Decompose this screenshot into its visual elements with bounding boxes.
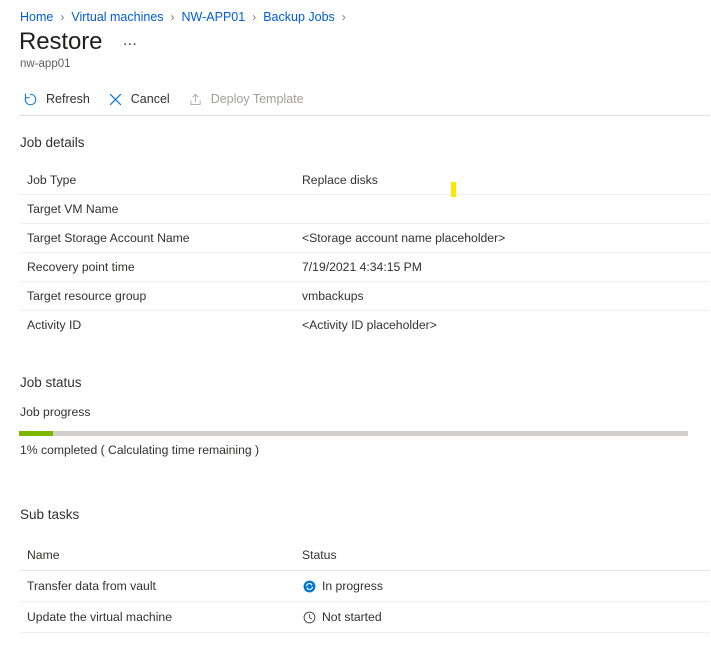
column-header-name: Name [27, 548, 60, 562]
table-row: Target resource group vmbackups [20, 282, 710, 311]
table-row: Job Type Replace disks [20, 166, 710, 195]
sub-task-name: Transfer data from vault [27, 579, 156, 593]
breadcrumb-item-backup-jobs[interactable]: Backup Jobs [263, 10, 335, 24]
breadcrumb-item-home[interactable]: Home [20, 10, 53, 24]
detail-value-target-resource-group: vmbackups [302, 289, 364, 303]
deploy-template-button-label: Deploy Template [210, 92, 304, 106]
job-progress-label: Job progress [20, 405, 91, 419]
sub-tasks-table: Name Status Transfer data from vault In … [20, 540, 710, 633]
breadcrumb-item-nw-app01[interactable]: NW-APP01 [182, 10, 246, 24]
table-row: Recovery point time 7/19/2021 4:34:15 PM [20, 253, 710, 282]
close-icon [107, 91, 124, 108]
breadcrumb-separator-icon: › [170, 10, 175, 24]
sub-task-name: Update the virtual machine [27, 610, 172, 624]
command-bar: Refresh Cancel Deploy Template [18, 86, 317, 112]
job-details-heading: Job details [20, 135, 85, 150]
more-options-icon[interactable]: … [119, 31, 141, 50]
page-subtitle: nw-app01 [20, 58, 71, 70]
detail-label-recovery-point-time: Recovery point time [27, 260, 135, 274]
table-row: Transfer data from vault In progress [20, 571, 710, 602]
cancel-button[interactable]: Cancel [103, 86, 179, 112]
page-header: Restore … [19, 30, 141, 54]
sub-tasks-heading: Sub tasks [20, 507, 80, 522]
breadcrumb-separator-icon: › [341, 10, 346, 24]
refresh-button[interactable]: Refresh [18, 86, 99, 112]
breadcrumb: Home › Virtual machines › NW-APP01 › Bac… [20, 8, 711, 26]
annotation-marker [451, 182, 456, 197]
job-status-heading: Job status [20, 375, 82, 390]
sub-task-status: In progress [302, 579, 710, 593]
sub-task-status-label: Not started [322, 610, 382, 624]
job-progress-caption: 1% completed ( Calculating time remainin… [20, 443, 260, 457]
sub-task-status-label: In progress [322, 579, 383, 593]
sub-task-status: Not started [302, 610, 710, 624]
table-row: Target Storage Account Name <Storage acc… [20, 224, 710, 253]
job-progress-bar [19, 431, 688, 436]
command-bar-divider [19, 115, 710, 116]
table-header-row: Name Status [20, 540, 710, 571]
column-header-status: Status [302, 548, 337, 562]
table-row: Target VM Name [20, 195, 710, 224]
job-progress-bar-fill [19, 431, 54, 436]
refresh-icon [22, 91, 39, 108]
table-row: Activity ID <Activity ID placeholder> [20, 311, 710, 339]
clock-not-started-icon [302, 610, 316, 624]
detail-label-target-vm-name: Target VM Name [27, 202, 119, 216]
detail-label-target-storage-account-name: Target Storage Account Name [27, 231, 190, 245]
detail-value-target-storage-account-name: <Storage account name placeholder> [302, 231, 506, 245]
detail-label-target-resource-group: Target resource group [27, 289, 147, 303]
detail-value-job-type: Replace disks [302, 173, 378, 187]
breadcrumb-separator-icon: › [252, 10, 257, 24]
table-row: Update the virtual machine Not started [20, 602, 710, 633]
upload-icon [187, 91, 204, 108]
refresh-button-label: Refresh [46, 92, 90, 106]
detail-value-activity-id: <Activity ID placeholder> [302, 318, 437, 332]
sync-in-progress-icon [302, 579, 316, 593]
deploy-template-button[interactable]: Deploy Template [183, 86, 313, 112]
job-details-table: Job Type Replace disks Target VM Name Ta… [20, 166, 710, 339]
breadcrumb-separator-icon: › [60, 10, 65, 24]
breadcrumb-item-virtual-machines[interactable]: Virtual machines [71, 10, 163, 24]
cancel-button-label: Cancel [130, 92, 170, 106]
detail-label-job-type: Job Type [27, 173, 77, 187]
detail-value-recovery-point-time: 7/19/2021 4:34:15 PM [302, 260, 422, 274]
detail-label-activity-id: Activity ID [27, 318, 82, 332]
page-title: Restore [19, 28, 103, 55]
